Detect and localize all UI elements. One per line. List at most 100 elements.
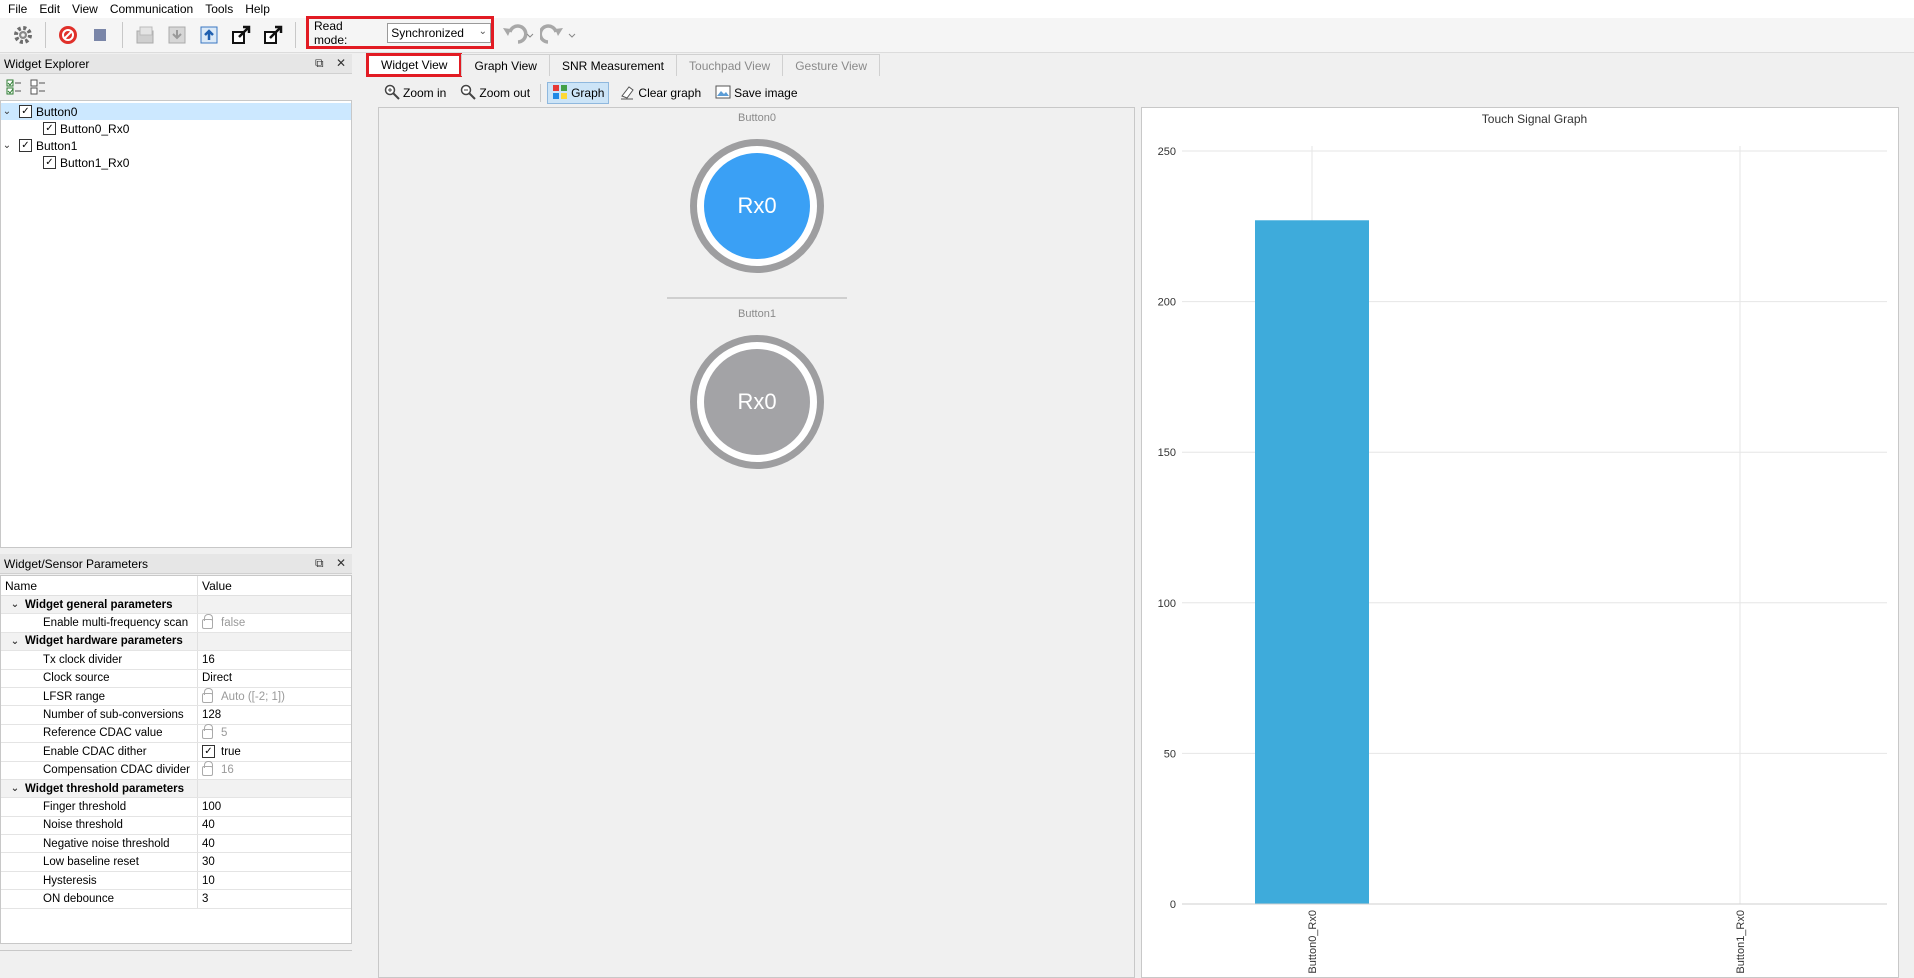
param-row[interactable]: Noise threshold 40 [1,816,351,836]
param-value[interactable]: 40 [198,835,215,852]
chevron-down-icon[interactable]: ⌄ [1,106,13,117]
lock-icon [202,724,213,740]
close-icon[interactable]: ✕ [336,556,346,570]
param-row[interactable]: Number of sub-conversions 128 [1,706,351,725]
zoom-out-button[interactable]: Zoom out [456,82,534,104]
param-value: Auto ([-2; 1]) [198,687,285,705]
splitter[interactable] [353,53,361,978]
zoom-out-icon [460,84,477,103]
widget-explorer-title: Widget Explorer [4,56,90,71]
save-image-button[interactable]: Save image [711,82,801,104]
checkbox-button1-rx0[interactable]: ✓ [43,156,56,169]
param-name: Enable multi-frequency scan [1,614,198,632]
param-value-text: 5 [221,727,228,740]
tab-touchpad-view: Touchpad View [676,54,784,76]
param-row[interactable]: LFSR range Auto ([-2; 1]) [1,687,351,707]
gear-icon[interactable] [10,22,36,48]
chevron-down-icon[interactable]: ⌄ [9,636,21,647]
params-table-header: Name Value [1,576,351,596]
menu-help[interactable]: Help [241,0,278,18]
stop-scan-icon[interactable] [55,22,81,48]
param-row[interactable]: Tx clock divider 16 [1,651,351,670]
bar-button0-rx0 [1255,220,1369,904]
menu-communication[interactable]: Communication [106,0,201,18]
widget-explorer-toolbar [0,76,352,100]
param-row[interactable]: Clock source Direct [1,669,351,688]
chevron-down-icon[interactable]: ⌄ [9,599,21,610]
read-mode-select[interactable]: Synchronized ⌄ [387,22,491,43]
param-value[interactable]: 40 [198,817,215,834]
param-name: Tx clock divider [1,651,198,669]
param-value[interactable]: ✓ true [198,743,241,760]
param-checkbox[interactable]: ✓ [202,745,215,759]
check-all-icon[interactable] [6,79,22,98]
menu-view[interactable]: View [68,0,106,18]
view-toolbar: Zoom in Zoom out Graph Clear graph Save … [380,82,802,104]
redo-icon[interactable] [538,22,576,51]
export-icon[interactable] [228,22,254,48]
tree-item-button0[interactable]: ⌄ ✓ Button0 [1,103,351,120]
param-row[interactable]: Enable multi-frequency scan false [1,614,351,633]
param-value[interactable]: 30 [198,853,215,870]
checkbox-button0-rx0[interactable]: ✓ [43,122,56,135]
tree-item-button1[interactable]: ⌄ ✓ Button1 [1,137,351,154]
zoom-in-button[interactable]: Zoom in [380,82,450,104]
param-value[interactable]: Direct [198,670,232,687]
param-row[interactable]: Reference CDAC value 5 [1,724,351,744]
sensor-rx0-button0[interactable]: Rx0 [704,153,810,259]
param-group-row[interactable]: ⌄ Widget hardware parameters [1,632,351,652]
menu-file[interactable]: File [4,0,35,18]
checkbox-button1[interactable]: ✓ [19,139,32,152]
param-value-text: 30 [202,856,215,869]
sensor-rx0-button1[interactable]: Rx0 [704,349,810,455]
zoom-in-icon [384,84,400,103]
x-tick-label: Button0_Rx0 [1307,910,1319,974]
param-row[interactable]: Negative noise threshold 40 [1,835,351,854]
button0-widget[interactable]: Rx0 [690,139,824,273]
stop-icon[interactable] [87,22,113,48]
upload-icon[interactable] [196,22,222,48]
param-name-text: Hysteresis [43,874,97,887]
param-value[interactable]: 100 [198,798,221,815]
column-header-name[interactable]: Name [1,576,198,595]
float-panel-icon[interactable]: ⧉ [315,56,324,71]
param-row[interactable]: Hysteresis 10 [1,871,351,891]
tree-item-button1-rx0[interactable]: ✓ Button1_Rx0 [1,154,351,171]
param-row[interactable]: ON debounce 3 [1,890,351,909]
param-value-text: false [221,617,246,630]
param-value[interactable]: 16 [198,651,215,668]
uncheck-all-icon[interactable] [30,79,46,98]
read-mode-value: Synchronized [391,25,464,40]
tab-snr-measurement[interactable]: SNR Measurement [548,54,678,76]
open-icon[interactable] [132,22,158,48]
param-value[interactable]: 3 [198,890,208,907]
tree-item-button0-rx0[interactable]: ✓ Button0_Rx0 [1,120,351,137]
param-row[interactable]: Finger threshold 100 [1,798,351,817]
param-value [198,780,202,797]
clear-graph-button[interactable]: Clear graph [615,82,705,104]
close-icon[interactable]: ✕ [336,56,346,70]
param-row[interactable]: Enable CDAC dither ✓ true [1,743,351,762]
column-header-value[interactable]: Value [198,579,232,593]
param-row[interactable]: Low baseline reset 30 [1,853,351,872]
graph-toggle-button[interactable]: Graph [547,82,610,104]
tab-graph-view[interactable]: Graph View [461,54,550,76]
chevron-down-icon[interactable]: ⌄ [1,140,13,151]
menu-edit[interactable]: Edit [35,0,68,18]
sensor-label: Rx0 [737,389,777,414]
param-group-row[interactable]: ⌄ Widget general parameters [1,596,351,615]
menu-tools[interactable]: Tools [201,0,241,18]
export-alt-icon[interactable] [260,22,286,48]
param-value[interactable]: 128 [198,706,221,723]
param-value[interactable]: 10 [198,872,215,889]
button1-widget[interactable]: Rx0 [690,335,824,469]
checkbox-button0[interactable]: ✓ [19,105,32,118]
widget-title-button0: Button0 [738,112,776,124]
chevron-down-icon[interactable]: ⌄ [9,783,21,794]
float-panel-icon[interactable]: ⧉ [315,556,324,571]
param-group-row[interactable]: ⌄ Widget threshold parameters [1,779,351,799]
tab-widget-view[interactable]: Widget View [366,53,463,77]
save-down-icon[interactable] [164,22,190,48]
param-row[interactable]: Compensation CDAC divider 16 [1,761,351,780]
undo-icon[interactable] [498,22,534,51]
